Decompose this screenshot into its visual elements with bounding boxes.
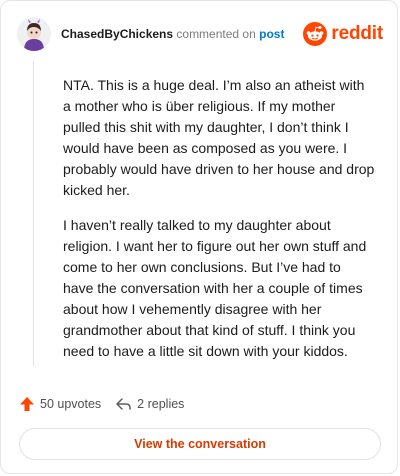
avatar-icon: [17, 17, 51, 51]
comment-stats: 50 upvotes 2 replies: [19, 393, 184, 415]
reply-icon: [116, 398, 131, 410]
view-conversation-button[interactable]: View the conversation: [19, 428, 381, 460]
upvote-count: 50 upvotes: [40, 397, 102, 411]
replies-stat[interactable]: 2 replies: [115, 396, 184, 412]
post-link[interactable]: post: [259, 27, 284, 41]
comment-header: ChasedByChickens commented on post reddi…: [17, 15, 383, 53]
reddit-logo-icon: [303, 22, 328, 46]
replies-count: 2 replies: [137, 397, 185, 411]
comment-paragraph: NTA. This is a huge deal. I’m also an at…: [63, 77, 375, 198]
thread-line: [33, 61, 34, 366]
upvote-stat[interactable]: 50 upvotes: [19, 396, 101, 412]
action-text: commented on: [176, 27, 256, 41]
comment-body: NTA. This is a huge deal. I’m also an at…: [63, 75, 375, 376]
comment-paragraph: I haven’t really talked to my daughter a…: [63, 217, 367, 359]
comment-card: ChasedByChickens commented on post reddi…: [0, 0, 398, 474]
username-link[interactable]: ChasedByChickens: [61, 27, 173, 41]
reddit-wordmark: reddit: [331, 23, 383, 44]
avatar[interactable]: [17, 17, 51, 51]
byline: ChasedByChickens commented on post: [61, 27, 284, 41]
reddit-brand[interactable]: reddit: [303, 22, 383, 46]
upvote-icon: [20, 397, 34, 411]
